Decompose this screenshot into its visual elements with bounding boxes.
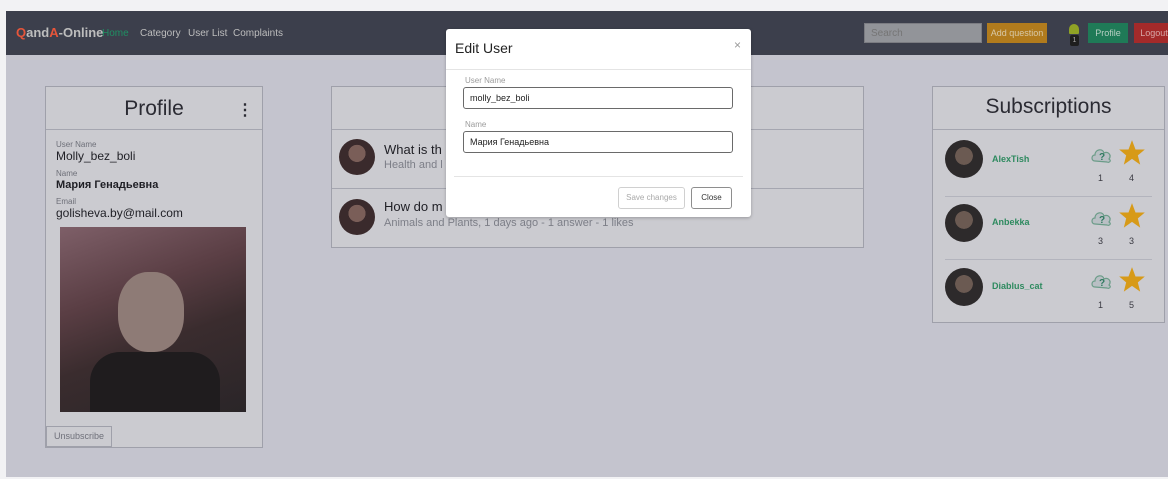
svg-text:?: ?	[1099, 215, 1105, 226]
profile-button[interactable]: Profile	[1088, 23, 1128, 43]
subscription-avatar[interactable]	[945, 268, 983, 306]
svg-text:?: ?	[1099, 278, 1105, 289]
unsubscribe-button[interactable]: Unsubscribe	[46, 426, 112, 447]
star-icon	[1119, 267, 1145, 292]
star-icon	[1119, 140, 1145, 165]
name-field[interactable]	[463, 131, 733, 153]
questions-count: 1	[1098, 300, 1104, 310]
brand-a: A	[49, 25, 59, 40]
divider	[454, 176, 743, 177]
modal-title: Edit User	[455, 40, 513, 56]
rating-count: 3	[1129, 236, 1135, 246]
close-icon[interactable]: ×	[734, 38, 741, 52]
questions-cloud-icon: ?	[1091, 212, 1111, 226]
brand-rest: -Online	[58, 25, 104, 40]
question-meta: Health and l	[384, 159, 443, 171]
questions-count: 1	[1098, 173, 1104, 183]
rating-count: 4	[1129, 173, 1135, 183]
subscription-name[interactable]: Diablus_cat	[992, 281, 1043, 291]
divider	[446, 69, 751, 70]
divider	[46, 129, 262, 130]
photo-face	[118, 272, 184, 352]
profile-card: Profile ⋮ User Name Molly_bez_boli Name …	[45, 86, 263, 448]
name-field-label: Name	[465, 120, 487, 129]
profile-title: Profile	[124, 97, 184, 120]
notifications-bell[interactable]: 1	[1067, 21, 1081, 49]
name-label: Name	[56, 169, 78, 178]
nav-user-list[interactable]: User List	[188, 28, 227, 39]
profile-photo	[60, 227, 246, 412]
username-field[interactable]	[463, 87, 733, 109]
rating-count: 5	[1129, 300, 1135, 310]
subscriptions-title: Subscriptions	[985, 95, 1112, 118]
brand-q: Q	[16, 25, 27, 40]
nav-complaints[interactable]: Complaints	[233, 28, 283, 39]
nav-home[interactable]: Home	[102, 28, 129, 39]
logout-button[interactable]: Logout	[1134, 23, 1168, 43]
divider	[945, 196, 1152, 197]
question-meta: Animals and Plants, 1 days ago - 1 answe…	[384, 217, 634, 229]
subscription-name[interactable]: Anbekka	[992, 217, 1030, 227]
subscription-avatar[interactable]	[945, 204, 983, 242]
close-button[interactable]: Close	[691, 187, 732, 209]
browser-viewport: QandA-Online Home Category User List Com…	[0, 0, 1168, 479]
brand-and: and	[26, 25, 50, 40]
edit-user-modal: Edit User × User Name Name Save changes …	[446, 29, 751, 217]
question-author-avatar[interactable]	[339, 139, 375, 175]
notification-badge: 1	[1070, 35, 1079, 46]
email-value: golisheva.by@mail.com	[56, 206, 183, 220]
svg-text:?: ?	[1099, 152, 1105, 163]
questions-count: 3	[1098, 236, 1104, 246]
add-question-button[interactable]: Add question	[987, 23, 1047, 43]
star-icon	[1119, 203, 1145, 228]
subscription-name[interactable]: AlexTish	[992, 154, 1029, 164]
question-title[interactable]: What is th	[384, 142, 442, 157]
subscription-avatar[interactable]	[945, 140, 983, 178]
questions-cloud-icon: ?	[1091, 275, 1111, 289]
brand-logo[interactable]: QandA-Online	[16, 25, 103, 40]
username-value: Molly_bez_boli	[56, 149, 136, 163]
email-label: Email	[56, 197, 77, 206]
name-value: Мария Генадьевна	[56, 179, 159, 191]
more-menu-icon[interactable]: ⋮	[237, 100, 253, 120]
question-title[interactable]: How do m	[384, 199, 443, 214]
search-input[interactable]	[864, 23, 982, 43]
username-label: User Name	[56, 140, 97, 149]
photo-shirt	[90, 352, 220, 412]
bell-icon	[1069, 24, 1079, 34]
username-field-label: User Name	[465, 76, 506, 85]
questions-cloud-icon: ?	[1091, 149, 1111, 163]
nav-category[interactable]: Category	[140, 28, 181, 39]
question-author-avatar[interactable]	[339, 199, 375, 235]
subscriptions-card: Subscriptions AlexTish ? 1 4 Anbekka ? 3…	[932, 86, 1165, 323]
divider	[945, 259, 1152, 260]
divider	[933, 129, 1164, 130]
save-changes-button[interactable]: Save changes	[618, 187, 685, 209]
